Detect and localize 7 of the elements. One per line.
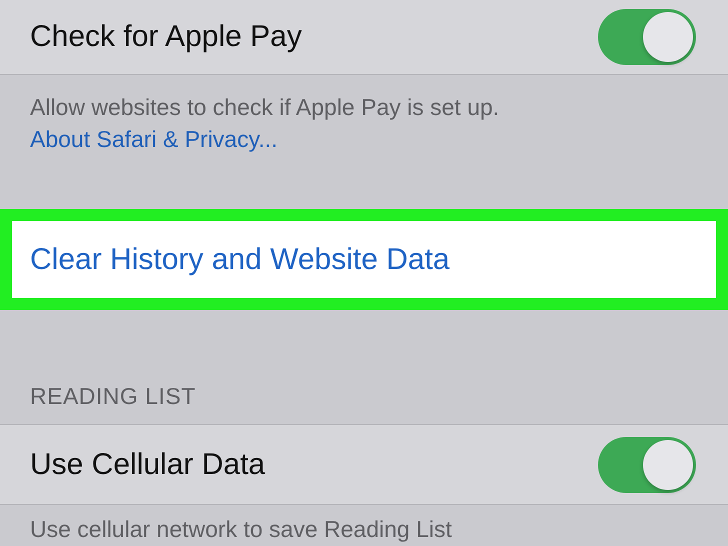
privacy-link[interactable]: About Safari & Privacy... [30,123,278,155]
row-label: Use Cellular Data [30,448,266,482]
footer-text: Allow websites to check if Apple Pay is set up. [30,93,500,122]
section-header: READING LIST [30,383,196,410]
row-label: Check for Apple Pay [30,20,302,54]
clear-history-button[interactable]: Clear History and Website Data [0,209,728,310]
footer-text: Use cellular network to save Reading List [30,516,452,542]
